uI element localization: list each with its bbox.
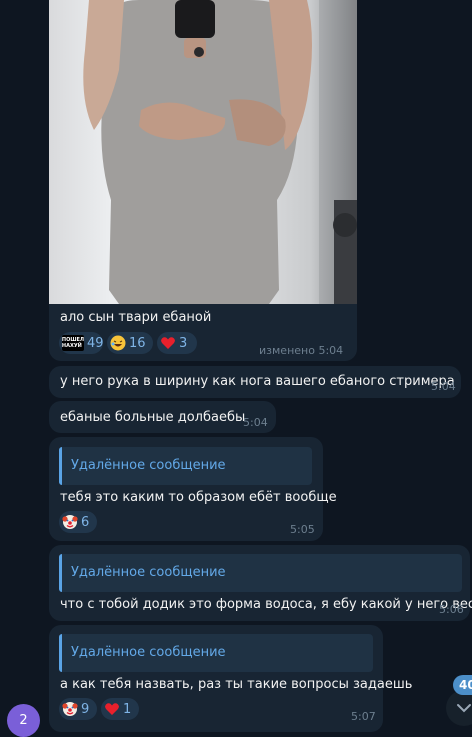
message-time: 5:04 [431, 380, 456, 393]
reaction-clown[interactable]: 6 [59, 511, 97, 533]
message-text: у него рука в ширину как нога вашего еба… [60, 374, 455, 389]
reaction-count: 1 [123, 701, 132, 717]
reaction-clown[interactable]: 9 [59, 698, 97, 720]
message-time: 5:04 [243, 416, 268, 429]
reply-message[interactable]: Удалённое сообщение что с тобой додик эт… [49, 545, 472, 621]
text-message[interactable]: у него рука в ширину как нога вашего еба… [49, 366, 461, 398]
reaction-count: 9 [81, 701, 90, 717]
reaction-count: 49 [87, 335, 104, 351]
unread-count-badge: 40 [453, 675, 472, 695]
red-heart-icon [105, 703, 119, 715]
reply-message[interactable]: Удалённое сообщение тебя это каким то об… [49, 437, 337, 541]
message-text: что с тобой додик это форма водоса, я еб… [60, 597, 472, 612]
photo-image[interactable] [49, 0, 357, 304]
reply-message[interactable]: Удалённое сообщение а как тебя назвать, … [49, 625, 412, 732]
reply-quote-text: Удалённое сообщение [71, 645, 226, 660]
message-time: 5:07 [351, 710, 376, 723]
reply-quote[interactable]: Удалённое сообщение [59, 447, 312, 485]
reaction-heart[interactable]: 3 [157, 332, 197, 354]
reaction-sticker[interactable]: ПОШЕЛ НАХУЙ 49 [59, 332, 104, 354]
reply-quote-text: Удалённое сообщение [71, 565, 226, 580]
message-time: изменено 5:04 [259, 344, 344, 357]
message-time: 5:05 [290, 523, 315, 536]
reaction-laughing[interactable]: 16 [107, 332, 153, 354]
photo-message[interactable]: ало сын твари ебаной ПОШЕЛ НАХУЙ 49 16 3… [49, 0, 357, 361]
scroll-down-button[interactable] [446, 690, 472, 726]
message-time: 5:06 [439, 603, 464, 616]
reply-quote[interactable]: Удалённое сообщение [59, 554, 462, 592]
reply-quote-text: Удалённое сообщение [71, 458, 226, 473]
reaction-count: 16 [129, 335, 146, 351]
red-heart-icon [161, 337, 175, 349]
message-text: ебаные больные долбаебы [60, 410, 246, 425]
message-text: а как тебя назвать, раз ты такие вопросы… [60, 677, 413, 692]
message-caption: ало сын твари ебаной [60, 310, 212, 325]
reaction-count: 3 [179, 335, 188, 351]
reply-quote[interactable]: Удалённое сообщение [59, 634, 373, 672]
poshel-nahuy-sticker-icon: ПОШЕЛ НАХУЙ [61, 335, 85, 351]
laughing-face-icon [110, 335, 126, 351]
clown-face-icon [62, 702, 78, 716]
chevron-down-icon [457, 704, 471, 713]
clown-face-icon [62, 515, 78, 529]
mentions-button[interactable]: 2 [7, 704, 40, 737]
reaction-heart[interactable]: 1 [101, 698, 139, 720]
message-text: тебя это каким то образом ебёт вообще [60, 490, 337, 505]
reaction-count: 6 [81, 514, 90, 530]
text-message[interactable]: ебаные больные долбаебы 5:04 [49, 401, 276, 433]
